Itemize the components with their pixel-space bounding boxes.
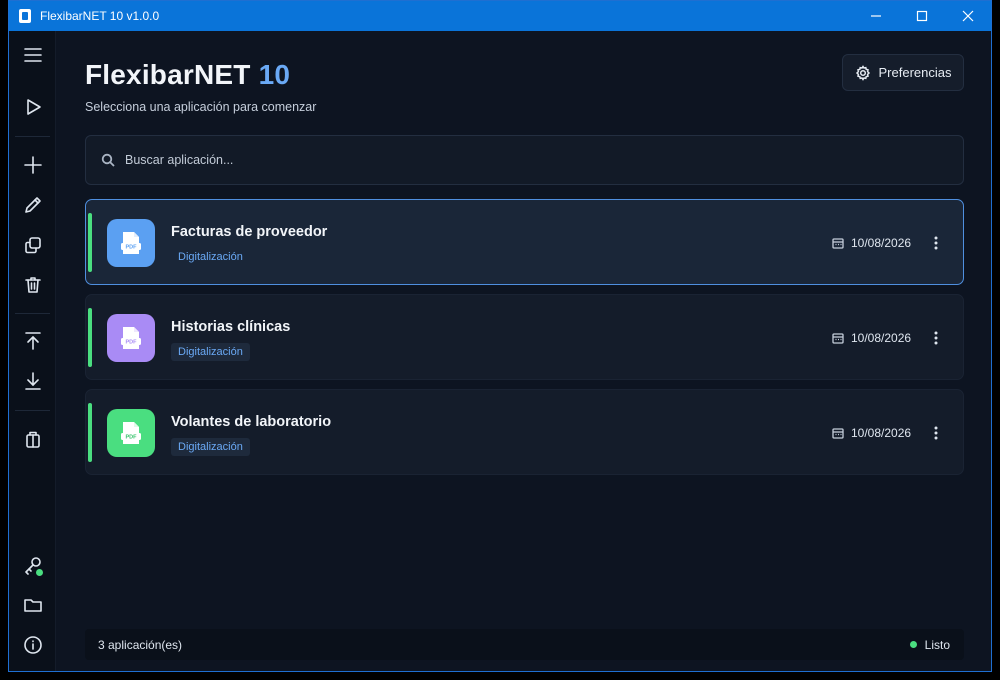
app-tile: PDF	[107, 409, 155, 457]
pdf-file-icon: PDF	[121, 422, 141, 444]
folder-icon	[23, 599, 42, 612]
trash-icon	[24, 277, 41, 293]
page-subtitle: Selecciona una aplicación para comenzar	[85, 100, 317, 114]
app-more-button[interactable]	[924, 228, 948, 258]
calendar-icon	[832, 238, 844, 249]
app-name: Facturas de proveedor	[171, 224, 328, 240]
status-accent-bar	[88, 403, 92, 462]
maximize-icon	[916, 10, 928, 22]
window-title: FlexibarNET 10 v1.0.0	[40, 9, 160, 23]
upload-icon	[24, 332, 41, 350]
svg-text:PDF: PDF	[126, 435, 138, 441]
close-icon	[962, 10, 974, 22]
menu-icon	[23, 48, 42, 62]
app-name: Volantes de laboratorio	[171, 414, 332, 430]
more-vertical-icon	[934, 236, 938, 250]
app-count: 3 aplicación(es)	[98, 637, 183, 652]
page-title: FlexibarNET 10	[85, 59, 290, 91]
export-button[interactable]	[9, 323, 56, 359]
app-logo-icon	[19, 9, 31, 23]
more-vertical-icon	[934, 331, 938, 345]
preferences-button[interactable]: Preferencias	[842, 54, 964, 91]
download-icon	[24, 372, 41, 390]
status-dot	[909, 641, 917, 648]
play-icon	[26, 99, 41, 115]
calendar-icon	[832, 428, 844, 439]
gear-icon	[855, 64, 870, 81]
app-category-tag: Digitalización	[171, 343, 250, 361]
status-bar: 3 aplicación(es) Listo	[85, 629, 964, 660]
app-date: 10/08/2026	[832, 331, 911, 345]
package-icon	[25, 431, 40, 448]
plus-icon	[23, 156, 42, 174]
app-more-button[interactable]	[924, 418, 948, 448]
app-date-value: 10/08/2026	[851, 426, 912, 440]
app-card[interactable]: PDF Volantes de laboratorio Digitalizaci…	[85, 389, 964, 475]
preferences-label: Preferencias	[878, 65, 952, 80]
license-status-dot	[36, 569, 43, 576]
close-button[interactable]	[945, 1, 991, 31]
maximize-button[interactable]	[899, 1, 945, 31]
status-accent-bar	[88, 213, 92, 272]
app-date-value: 10/08/2026	[851, 331, 912, 345]
app-category-tag: Digitalización	[171, 438, 250, 456]
app-category-tag: Digitalización	[178, 251, 243, 263]
sidebar	[9, 31, 56, 671]
import-button[interactable]	[9, 363, 56, 399]
open-folder-button[interactable]	[9, 587, 56, 623]
app-date-value: 10/08/2026	[851, 236, 912, 250]
run-button[interactable]	[9, 89, 56, 125]
pencil-icon	[24, 197, 41, 213]
brand-version: 10	[258, 59, 291, 90]
status-indicator: Listo	[909, 637, 950, 652]
app-card[interactable]: PDF Facturas de proveedor Digitalización…	[85, 199, 964, 285]
duplicate-button[interactable]	[9, 227, 56, 263]
license-button[interactable]	[9, 547, 56, 583]
status-accent-bar	[88, 308, 92, 367]
brand-name: FlexibarNET	[85, 59, 251, 90]
about-button[interactable]	[9, 627, 56, 663]
more-vertical-icon	[934, 426, 938, 440]
pdf-file-icon: PDF	[121, 232, 141, 254]
copy-icon	[24, 237, 41, 254]
title-bar[interactable]: FlexibarNET 10 v1.0.0	[9, 1, 991, 31]
app-name: Historias clínicas	[171, 319, 291, 335]
status-text: Listo	[924, 637, 950, 652]
search-icon	[101, 153, 115, 167]
app-more-button[interactable]	[924, 323, 948, 353]
sidebar-divider	[15, 313, 50, 314]
pdf-file-icon: PDF	[121, 327, 141, 349]
app-date: 10/08/2026	[832, 236, 911, 250]
app-tile: PDF	[107, 219, 155, 267]
svg-text:PDF: PDF	[126, 245, 138, 251]
app-card[interactable]: PDF Historias clínicas Digitalización 10…	[85, 294, 964, 380]
calendar-icon	[832, 333, 844, 344]
search-bar	[85, 135, 964, 185]
minimize-button[interactable]	[853, 1, 899, 31]
app-tile: PDF	[107, 314, 155, 362]
edit-button[interactable]	[9, 187, 56, 223]
svg-text:PDF: PDF	[126, 340, 138, 346]
menu-button[interactable]	[9, 37, 56, 73]
search-input[interactable]	[125, 145, 963, 175]
application-list: PDF Facturas de proveedor Digitalización…	[85, 199, 964, 484]
sidebar-divider	[15, 136, 50, 137]
window-controls	[853, 1, 991, 31]
delete-button[interactable]	[9, 267, 56, 303]
minimize-icon	[871, 15, 881, 17]
package-button[interactable]	[9, 421, 56, 457]
app-date: 10/08/2026	[832, 426, 911, 440]
main-content: FlexibarNET 10 Selecciona una aplicación…	[56, 31, 991, 671]
add-button[interactable]	[9, 147, 56, 183]
info-icon	[23, 636, 42, 654]
app-window: FlexibarNET 10 v1.0.0 FlexibarNET 10 Sel…	[8, 0, 992, 672]
sidebar-divider	[15, 410, 50, 411]
